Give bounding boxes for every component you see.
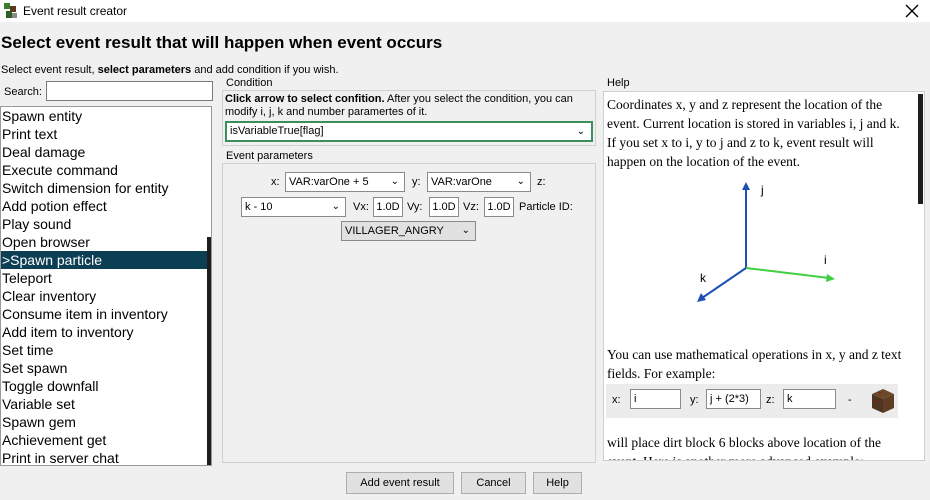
y-combo[interactable]: VAR:varOne ⌄ (427, 172, 531, 192)
app-icon (4, 3, 17, 18)
condition-panel: Click arrow to select confition. After y… (222, 90, 596, 146)
list-item[interactable]: Add potion effect (1, 197, 211, 215)
axes-diagram: j i k (697, 182, 835, 302)
help-button[interactable]: Help (533, 472, 582, 494)
chevron-down-icon: ⌄ (390, 176, 399, 187)
example-z-label: z: (766, 394, 775, 406)
event-result-list[interactable]: Spawn entity Print text Deal damage Execute… (0, 106, 212, 466)
axis-label-k: k (700, 271, 707, 285)
list-item[interactable]: Variable set (1, 395, 211, 413)
list-item[interactable]: Teleport (1, 269, 211, 287)
search-label: Search: (4, 86, 42, 98)
example-x-field: i (630, 389, 681, 409)
condition-select[interactable]: isVariableTrue[flag] ⌄ (225, 121, 593, 142)
list-item[interactable]: Print text (1, 125, 211, 143)
vy-label: Vy: (407, 201, 423, 213)
help-paragraph-2: You can use mathematical operations in x… (607, 347, 902, 381)
help-paragraph-1: Coordinates x, y and z represent the loc… (607, 97, 900, 169)
vx-label: Vx: (353, 201, 369, 213)
x-combo[interactable]: VAR:varOne + 5 ⌄ (285, 172, 405, 192)
chevron-down-icon: ⌄ (461, 225, 470, 236)
help-paragraph-3: will place dirt block 6 blocks above loc… (607, 435, 882, 460)
list-item[interactable]: Open browser (1, 233, 211, 251)
particle-id-combo[interactable]: VILLAGER_ANGRY ⌄ (341, 221, 476, 241)
y-label: y: (412, 176, 421, 188)
list-item[interactable]: Print in server chat (1, 449, 211, 465)
list-item[interactable]: Clear inventory (1, 287, 211, 305)
help-scrollbar-thumb[interactable] (918, 94, 923, 204)
condition-hint: Click arrow to select confition. After y… (225, 93, 593, 119)
vz-field[interactable]: 1.0D (484, 197, 514, 217)
help-label: Help (607, 77, 630, 89)
z-label: z: (537, 176, 546, 188)
list-item[interactable]: Spawn gem (1, 413, 211, 431)
vx-field[interactable]: 1.0D (373, 197, 403, 217)
close-icon (905, 4, 919, 18)
list-item[interactable]: Switch dimension for entity (1, 179, 211, 197)
z-value: k - 10 (245, 201, 273, 213)
example-x-label: x: (612, 394, 621, 406)
subheading-suffix: and add condition if you wish. (191, 64, 339, 76)
page-heading: Select event result that will happen whe… (1, 33, 443, 52)
list-item[interactable]: Spawn entity (1, 107, 211, 125)
x-value: VAR:varOne + 5 (289, 176, 369, 188)
example-strip: x: i y: j + (2*3) z: k - (606, 384, 898, 418)
y-value: VAR:varOne (431, 176, 492, 188)
particle-id-label: Particle ID: (519, 201, 573, 213)
example-z-field: k (783, 389, 836, 409)
subheading-bold: select parameters (97, 64, 192, 76)
axis-label-j: j (760, 183, 764, 197)
example-dash: - (848, 394, 852, 406)
list-item[interactable]: Set time (1, 341, 211, 359)
particle-id-value: VILLAGER_ANGRY (345, 225, 444, 237)
add-event-result-button[interactable]: Add event result (346, 472, 454, 494)
x-label: x: (271, 176, 280, 188)
page-subheading: Select event result, select parameters a… (1, 64, 339, 76)
list-item[interactable]: >Spawn particle (1, 251, 211, 269)
list-item[interactable]: Consume item in inventory (1, 305, 211, 323)
chevron-down-icon: ⌄ (516, 176, 525, 187)
list-item[interactable]: Set spawn (1, 359, 211, 377)
condition-label: Condition (226, 77, 273, 89)
cancel-button[interactable]: Cancel (461, 472, 526, 494)
example-y-label: y: (690, 394, 699, 406)
condition-hint-bold: Click arrow to select confition. (225, 93, 385, 105)
chevron-down-icon: ⌄ (576, 126, 585, 137)
close-button[interactable] (894, 0, 930, 22)
list-item[interactable]: Execute command (1, 161, 211, 179)
list-item[interactable]: Play sound (1, 215, 211, 233)
vz-label: Vz: (463, 201, 479, 213)
event-parameters-panel: x: VAR:varOne + 5 ⌄ y: VAR:varOne ⌄ z: k -… (222, 163, 596, 463)
dirt-block-icon (872, 389, 894, 413)
vy-field[interactable]: 1.0D (429, 197, 459, 217)
window-title: Event result creator (23, 4, 128, 18)
condition-value: isVariableTrue[flag] (230, 125, 324, 137)
chevron-down-icon: ⌄ (331, 201, 340, 212)
event-parameters-label: Event parameters (226, 150, 313, 162)
list-item[interactable]: Deal damage (1, 143, 211, 161)
help-panel[interactable]: Coordinates x, y and z represent the loc… (603, 91, 925, 461)
list-item[interactable]: Add item to inventory (1, 323, 211, 341)
z-combo[interactable]: k - 10 ⌄ (241, 197, 346, 217)
list-item[interactable]: Achievement get (1, 431, 211, 449)
axis-label-i: i (824, 253, 827, 267)
list-item[interactable]: Toggle downfall (1, 377, 211, 395)
list-scrollbar-thumb[interactable] (207, 237, 211, 465)
search-input[interactable] (46, 81, 213, 101)
subheading-prefix: Select event result, (1, 64, 98, 76)
title-bar: Event result creator (0, 0, 930, 22)
example-y-field: j + (2*3) (706, 389, 761, 409)
